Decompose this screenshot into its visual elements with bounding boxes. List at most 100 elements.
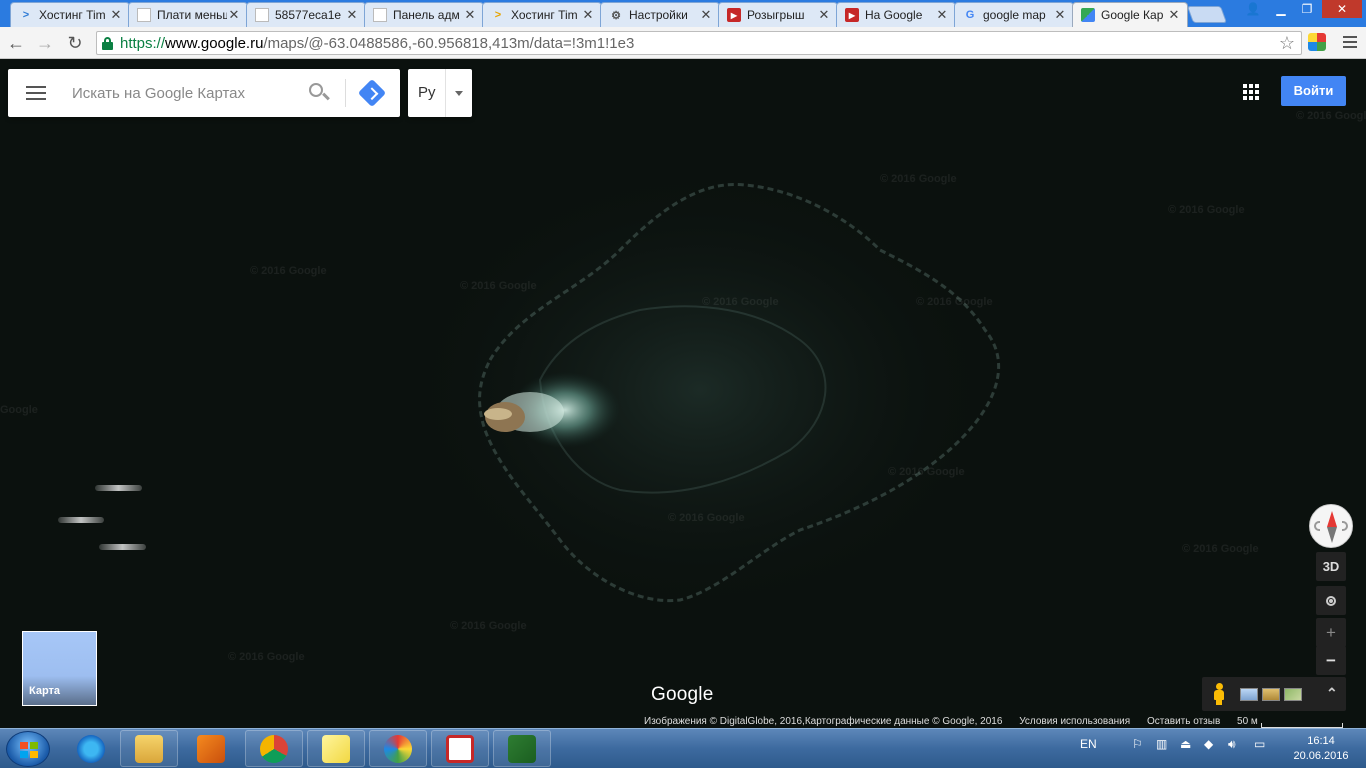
tab-close-icon[interactable]: ✕: [1167, 7, 1181, 23]
menu-icon[interactable]: [26, 86, 46, 100]
url-text: https://www.google.ru/maps/@-63.0488586,…: [120, 35, 635, 52]
tab-close-icon[interactable]: ✕: [817, 7, 831, 23]
reload-icon[interactable]: ↻: [64, 32, 86, 54]
browser-tab[interactable]: ⚙ Настройки ✕: [600, 2, 720, 27]
tab-title: google map: [983, 8, 1046, 22]
network-icon[interactable]: ▥: [1156, 737, 1167, 751]
3d-button[interactable]: 3D: [1316, 552, 1346, 581]
browser-tab[interactable]: ▶ Розыгрыш ✕: [718, 2, 838, 27]
tab-title: Плати меньше: [157, 8, 227, 22]
browser-tab[interactable]: 58577eca1e ✕: [246, 2, 366, 27]
divider: [445, 69, 446, 117]
minimize-button[interactable]: ▁: [1268, 0, 1294, 18]
extension-icon[interactable]: [1308, 33, 1326, 51]
layers-panel: ⌃: [1202, 677, 1346, 711]
pegman-icon[interactable]: [1212, 683, 1226, 705]
restore-button[interactable]: ❐: [1294, 0, 1320, 18]
search-input[interactable]: [72, 83, 294, 103]
tab-close-icon[interactable]: ✕: [345, 7, 359, 23]
tab-title: Хостинг Tim: [511, 8, 578, 22]
taskbar-clock[interactable]: 16:14 20.06.2016: [1286, 734, 1356, 764]
address-bar[interactable]: https://www.google.ru/maps/@-63.0488586,…: [96, 31, 1302, 55]
tab-title: На Google: [865, 8, 923, 22]
tab-title: Панель адм: [393, 8, 460, 22]
safely-remove-icon[interactable]: ⏏: [1180, 737, 1191, 751]
my-location-button[interactable]: [1316, 586, 1346, 615]
tab-close-icon[interactable]: ✕: [1053, 7, 1067, 23]
layer-thumbnail[interactable]: [1284, 688, 1302, 701]
close-window-button[interactable]: ✕: [1322, 0, 1362, 18]
volume-icon[interactable]: 🔊︎: [1228, 737, 1236, 752]
browser-tab[interactable]: > Хостинг Tim ✕: [10, 2, 130, 27]
new-tab-button[interactable]: [1186, 6, 1228, 23]
browser-tab-strip: > Хостинг Tim ✕ Плати меньше ✕ 58577eca1…: [0, 0, 1366, 27]
back-arrow-icon[interactable]: ←: [5, 32, 27, 54]
map-canvas[interactable]: © 2016 Google © 2016 Google © 2016 Googl…: [0, 60, 1366, 728]
internet-explorer-icon[interactable]: [62, 730, 120, 767]
imagery-watermark: © 2016 Google: [888, 466, 965, 478]
action-center-icon[interactable]: ⚐: [1132, 737, 1143, 751]
tab-close-icon[interactable]: ✕: [581, 7, 595, 23]
sticky-notes-icon[interactable]: [307, 730, 365, 767]
boat: [95, 485, 142, 491]
terms-link[interactable]: Условия использования: [1019, 716, 1130, 727]
tab-close-icon[interactable]: ✕: [699, 7, 713, 23]
attribution-text: Изображения © DigitalGlobe, 2016,Картогр…: [644, 716, 1003, 727]
browser-tab[interactable]: > Хостинг Tim ✕: [482, 2, 602, 27]
browser-tab[interactable]: ▶ На Google ✕: [836, 2, 956, 27]
paint-icon[interactable]: [369, 730, 427, 767]
directions-icon[interactable]: [357, 78, 387, 108]
tab-close-icon[interactable]: ✕: [227, 7, 241, 23]
divider: [345, 79, 346, 107]
tab-title: Настройки: [629, 8, 688, 22]
antivirus-icon[interactable]: ◆: [1204, 737, 1213, 751]
browser-menu-icon[interactable]: [1340, 33, 1360, 53]
start-button[interactable]: [6, 731, 50, 767]
media-player-icon[interactable]: [182, 730, 240, 767]
sign-in-button[interactable]: Войти: [1281, 76, 1346, 106]
search-icon[interactable]: [308, 82, 330, 104]
location-icon: [1326, 596, 1336, 606]
browser-tab[interactable]: Панель адм ✕: [364, 2, 484, 27]
boat: [99, 544, 146, 550]
layer-thumbnail[interactable]: [1240, 688, 1258, 701]
imagery-watermark: © 2016 Google: [880, 173, 957, 185]
forward-arrow-icon[interactable]: →: [34, 32, 56, 54]
tab-close-icon[interactable]: ✕: [935, 7, 949, 23]
blank-page-icon: [255, 8, 269, 22]
bookmark-star-icon[interactable]: ☆: [1279, 33, 1295, 54]
imagery-watermark: © 2016 Google: [1168, 204, 1245, 216]
file-explorer-icon[interactable]: [120, 730, 178, 767]
map-view-toggle[interactable]: Карта: [22, 631, 97, 706]
zoom-out-button[interactable]: −: [1316, 646, 1346, 675]
user-profile-icon[interactable]: 👤: [1240, 0, 1266, 18]
expand-up-icon[interactable]: ⌃: [1326, 685, 1338, 702]
chrome-icon[interactable]: [245, 730, 303, 767]
wake-haze: [400, 160, 1000, 620]
excel-icon[interactable]: [493, 730, 551, 767]
browser-tab-active[interactable]: Google Кар ✕: [1072, 2, 1188, 27]
imagery-watermark: © 2016 Google: [702, 296, 779, 308]
input-language[interactable]: EN: [1080, 737, 1097, 751]
timeweb-chevron-icon: >: [494, 9, 502, 21]
pdf-reader-icon[interactable]: [431, 730, 489, 767]
zoom-in-button[interactable]: +: [1316, 618, 1346, 647]
windows-logo-icon: [20, 742, 38, 758]
feedback-link[interactable]: Оставить отзыв: [1147, 716, 1220, 727]
gear-icon: ⚙: [611, 9, 621, 22]
layer-thumbnail[interactable]: [1262, 688, 1280, 701]
imagery-watermark: © 2016 Google: [228, 651, 305, 663]
power-icon[interactable]: ▭: [1254, 737, 1265, 751]
language-selector[interactable]: Ру: [408, 69, 472, 117]
tab-title: Хостинг Tim: [39, 8, 106, 22]
google-logo: Google: [651, 684, 714, 705]
timeweb-chevron-icon: >: [22, 9, 30, 21]
browser-tab[interactable]: G google map ✕: [954, 2, 1074, 27]
search-box: [8, 69, 400, 117]
apps-grid-icon[interactable]: [1243, 84, 1259, 100]
compass-icon[interactable]: [1309, 504, 1353, 548]
browser-tab[interactable]: Плати меньше ✕: [128, 2, 248, 27]
tab-close-icon[interactable]: ✕: [463, 7, 477, 23]
clock-time: 16:14: [1307, 735, 1335, 747]
tab-close-icon[interactable]: ✕: [109, 7, 123, 23]
